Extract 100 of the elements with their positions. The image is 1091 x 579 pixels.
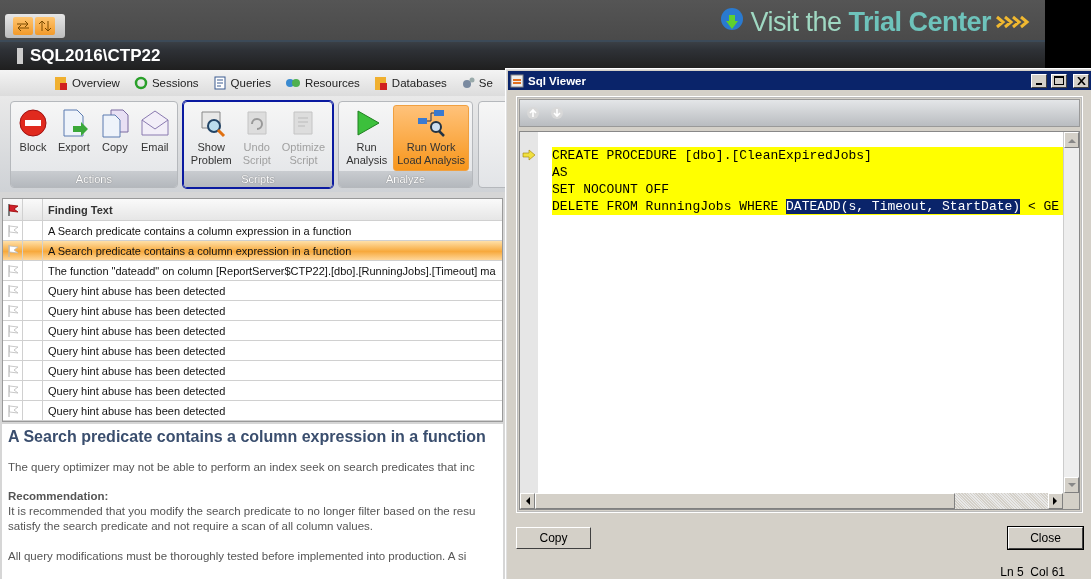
up-triangle-icon	[1067, 137, 1076, 143]
left-triangle-icon	[525, 497, 530, 505]
nav-tab[interactable]: Queries	[212, 76, 271, 90]
nav-tab[interactable]: Sessions	[133, 76, 199, 90]
finding-text: Query hint abuse has been detected	[47, 383, 227, 399]
flag-icon	[5, 363, 20, 378]
refresh-icon	[133, 76, 148, 90]
nav-tab-label[interactable]: Queries	[230, 77, 271, 89]
ribbon-button[interactable]: Run Analysis	[342, 105, 392, 171]
nav-tab-label[interactable]: Databases	[391, 77, 447, 89]
swap-icon[interactable]	[13, 17, 33, 35]
ribbon-group-label: Scripts	[183, 171, 333, 187]
document-icon	[212, 76, 227, 90]
nav-tab[interactable]: Overview	[54, 75, 120, 91]
down-triangle-icon	[1067, 482, 1076, 488]
flag-icon	[5, 403, 20, 418]
finding-text: A Search predicate contains a column expression in a function	[47, 243, 353, 259]
ribbon-button[interactable]: Email	[135, 105, 174, 171]
dialog-button[interactable]: Copy	[516, 527, 591, 549]
trial-center-link[interactable]: Visit the Trial Center	[750, 6, 991, 38]
flag-icon	[5, 303, 20, 318]
nav-tab-label[interactable]: Overview	[72, 77, 120, 89]
server-title: SQL2016\CTP22	[30, 46, 161, 66]
up-arrow-icon	[526, 106, 540, 120]
finding-row[interactable]: Query hint abuse has been detected	[3, 321, 502, 341]
nav-tab-label[interactable]: Se	[478, 77, 493, 89]
stop-icon	[18, 108, 48, 138]
ribbon-group-label: Analyze	[339, 171, 473, 187]
ribbon-button[interactable]: Run Work Load Analysis	[393, 105, 470, 171]
minimize-button[interactable]	[1031, 73, 1047, 88]
finding-row[interactable]: A Search predicate contains a column expression in a function	[3, 221, 502, 241]
network-search-icon	[416, 108, 447, 138]
recommendation-heading: Recommendation:	[8, 489, 110, 504]
finding-row[interactable]: Query hint abuse has been detected	[3, 301, 502, 321]
sql-editor[interactable]: CREATE PROCEDURE [dbo].[CleanExpiredJobs] AS SET NOCOUNT OFF DELETE FROM RunningJobs WHERE DATEADD(s, Timeout, StartDate) < GE	[519, 131, 1080, 510]
maximize-icon	[1054, 76, 1064, 85]
scroll-up-button[interactable]	[1064, 132, 1079, 148]
close-icon	[1076, 76, 1086, 85]
nav-tab[interactable]: Resources	[284, 76, 360, 90]
finding-row[interactable]: The function "dateadd" on column [ReportServer$CTP22].[dbo].[RunningJobs].[Timeout] ma	[3, 261, 502, 281]
sort-icon[interactable]	[35, 17, 55, 35]
vertical-scrollbar[interactable]	[1063, 132, 1079, 493]
scroll-right-button[interactable]	[1048, 493, 1063, 509]
finding-text: Query hint abuse has been detected	[47, 283, 227, 299]
finding-text: Query hint abuse has been detected	[47, 323, 227, 339]
scrollbar-corner	[1063, 493, 1079, 509]
finding-text: Query hint abuse has been detected	[47, 303, 227, 319]
window-icon	[510, 73, 524, 88]
chevrons-icon	[995, 15, 1031, 29]
ribbon-button[interactable]: Copy	[95, 105, 134, 171]
minimize-icon	[1036, 82, 1042, 85]
folder-icon	[54, 75, 68, 91]
ribbon-button[interactable]: Block	[14, 105, 52, 171]
finding-text: Query hint abuse has been detected	[47, 403, 227, 419]
finding-row[interactable]: Query hint abuse has been detected	[3, 281, 502, 301]
finding-row[interactable]: A Search predicate contains a column expression in a function	[3, 241, 502, 261]
flag-icon	[5, 243, 20, 258]
ribbon-button[interactable]: Export	[54, 105, 94, 171]
finding-row[interactable]: Query hint abuse has been detected	[3, 361, 502, 381]
close-button[interactable]	[1073, 73, 1089, 88]
flag-icon	[5, 263, 20, 278]
copy-icon	[99, 108, 130, 138]
flag-icon	[5, 343, 20, 358]
flag-icon	[5, 223, 20, 238]
nav-tab-label[interactable]: Resources	[304, 77, 360, 89]
nav-tab-label[interactable]: Sessions	[151, 77, 199, 89]
ribbon-group-label: Actions	[11, 171, 177, 187]
nav-tab[interactable]: Databases	[373, 75, 447, 91]
server-icon	[16, 47, 24, 65]
scroll-down-button[interactable]	[1064, 477, 1079, 493]
finding-row[interactable]: Query hint abuse has been detected	[3, 401, 502, 421]
window-title: Sql Viewer	[528, 74, 587, 87]
flag-icon	[5, 323, 20, 338]
down-arrow-icon	[550, 106, 564, 120]
note-text: All query modifications must be thoroughly tested before implemented into production. A si	[8, 549, 468, 564]
finding-text: Query hint abuse has been detected	[47, 343, 227, 359]
arrow-icon	[522, 148, 536, 161]
horizontal-scrollbar[interactable]	[520, 493, 1063, 509]
finding-row[interactable]: Query hint abuse has been detected	[3, 341, 502, 361]
recommendation-text: It is recommended that you modify the search predicate to no longer filter based on the resu	[8, 504, 477, 519]
finding-text: Query hint abuse has been detected	[47, 363, 227, 379]
recommendation-text: satisfy the search predicate and not require a scan of all column values.	[8, 519, 374, 534]
finding-title: A Search predicate contains a column expression in a function	[8, 428, 487, 446]
finding-row[interactable]: Query hint abuse has been detected	[3, 381, 502, 401]
flag-icon	[5, 202, 20, 217]
envelope-icon	[139, 108, 170, 138]
folder-icon	[373, 75, 388, 91]
flag-icon	[5, 283, 20, 298]
right-triangle-icon	[1053, 497, 1058, 505]
ribbon-button[interactable]: Show Problem	[186, 105, 236, 171]
cursor-position: Ln 5 Col 61	[1000, 565, 1065, 579]
finding-text: A Search predicate contains a column expression in a function	[47, 223, 353, 239]
maximize-button[interactable]	[1051, 73, 1067, 88]
finding-text: The function "dateadd" on column [ReportServer$CTP22].[dbo].[RunningJobs].[Timeout] ma	[47, 263, 497, 279]
description-text: The query optimizer may not be able to perform an index seek on search predicates that inc	[8, 460, 476, 475]
nav-tab[interactable]: Se	[460, 76, 493, 90]
flag-icon	[5, 383, 20, 398]
scroll-left-button[interactable]	[520, 493, 535, 509]
dialog-button[interactable]: Close	[1008, 527, 1083, 549]
scroll-thumb[interactable]	[535, 493, 955, 509]
